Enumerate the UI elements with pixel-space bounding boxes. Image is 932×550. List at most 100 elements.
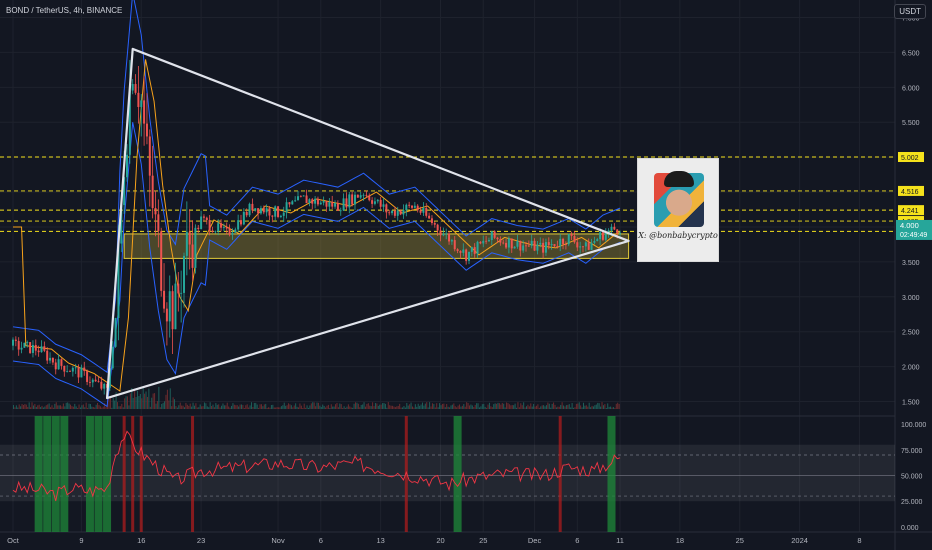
volume-bar-259 <box>382 403 384 409</box>
volume-bar-349 <box>510 405 512 409</box>
volume-bar-329 <box>481 404 483 409</box>
candle-body-162 <box>473 247 476 254</box>
volume-bar-16 <box>35 406 37 409</box>
volume-bar-61 <box>99 406 101 409</box>
candle-body-44 <box>137 92 140 108</box>
volume-bar-120 <box>184 407 185 409</box>
volume-bar-247 <box>364 406 366 409</box>
volume-bar-122 <box>186 404 188 409</box>
volume-bar-336 <box>491 407 493 409</box>
volume-bar-371 <box>541 405 543 409</box>
volume-bar-339 <box>496 403 498 409</box>
candle-body-84 <box>251 203 254 211</box>
volume-bar-170 <box>255 402 257 409</box>
volume-bar-372 <box>543 405 545 409</box>
volume-bar-63 <box>102 406 104 409</box>
candle-body-1 <box>14 339 17 341</box>
candle-body-19 <box>66 371 69 372</box>
volume-bar-301 <box>441 403 443 409</box>
volume-bar-189 <box>282 405 284 409</box>
volume-bar-296 <box>434 407 436 409</box>
volume-bar-286 <box>420 404 422 409</box>
currency-selector[interactable]: USDT <box>894 4 926 19</box>
volume-bar-140 <box>212 404 214 409</box>
candle-body-200 <box>582 246 584 248</box>
volume-bar-344 <box>503 403 505 409</box>
volume-bar-236 <box>349 406 351 409</box>
volume-bar-59 <box>97 402 99 409</box>
candle-body-152 <box>445 233 448 235</box>
volume-bar-157 <box>236 405 238 409</box>
candle-body-174 <box>507 238 510 248</box>
volume-bar-283 <box>416 406 418 409</box>
volume-bar-80 <box>127 396 128 409</box>
candle-body-87 <box>259 208 262 214</box>
volume-bar-406 <box>591 405 593 409</box>
volume-bar-35 <box>62 403 64 409</box>
volume-bar-176 <box>263 404 265 409</box>
volume-bar-73 <box>117 402 119 409</box>
volume-bar-186 <box>278 407 280 409</box>
volume-bar-92 <box>144 393 146 409</box>
candle-body-179 <box>522 245 525 251</box>
time-tick-15: 8 <box>857 536 861 545</box>
candle-body-207 <box>601 232 604 240</box>
volume-bar-257 <box>379 404 381 409</box>
volume-bar-39 <box>68 403 70 409</box>
candle-body-49 <box>151 175 154 209</box>
candle-body-206 <box>599 232 602 240</box>
candle-body-5 <box>26 342 29 343</box>
volume-bar-393 <box>573 407 575 409</box>
candle-body-112 <box>331 201 334 207</box>
volume-bar-149 <box>225 405 227 409</box>
volume-bar-155 <box>233 404 235 409</box>
volume-bar-254 <box>374 403 376 409</box>
candle-body-27 <box>88 381 91 383</box>
volume-bar-374 <box>545 405 547 409</box>
volume-bar-0 <box>13 405 14 409</box>
volume-bar-327 <box>478 407 480 409</box>
volume-bar-290 <box>426 402 428 409</box>
volume-bar-56 <box>92 406 94 409</box>
candle-body-50 <box>154 208 157 215</box>
time-tick-6: 13 <box>376 536 384 545</box>
volume-bar-11 <box>28 402 30 409</box>
volume-bar-68 <box>109 397 111 409</box>
volume-bar-354 <box>517 402 519 409</box>
volume-bar-263 <box>387 402 389 409</box>
volume-bar-118 <box>181 405 183 409</box>
volume-bar-131 <box>199 404 201 409</box>
volume-bar-229 <box>339 403 341 409</box>
candle-body-58 <box>177 283 180 294</box>
candle-body-17 <box>60 359 63 366</box>
volume-bar-299 <box>439 403 441 409</box>
candle-body-210 <box>610 226 613 231</box>
volume-bar-303 <box>444 407 446 409</box>
candle-body-164 <box>479 241 482 244</box>
candle-body-46 <box>143 100 146 124</box>
volume-bar-266 <box>392 405 394 409</box>
volume-bar-57 <box>94 407 96 409</box>
volume-bar-396 <box>577 403 579 409</box>
volume-bar-183 <box>273 407 275 409</box>
volume-bar-192 <box>286 405 288 409</box>
volume-bar-49 <box>82 404 84 409</box>
volume-bar-241 <box>356 402 358 409</box>
volume-bar-275 <box>404 407 406 409</box>
candle-body-36 <box>114 317 117 347</box>
volume-bar-138 <box>209 402 211 409</box>
volume-bar-413 <box>601 402 603 409</box>
candle-body-176 <box>513 246 516 249</box>
volume-bar-293 <box>430 406 432 409</box>
volume-bar-302 <box>443 403 445 409</box>
volume-bar-307 <box>450 405 452 409</box>
volume-bar-342 <box>500 404 502 409</box>
volume-bar-417 <box>607 403 609 409</box>
candle-body-18 <box>63 365 66 372</box>
price-chart[interactable]: 7.0006.5006.0005.5005.0004.5004.0003.500… <box>0 0 932 550</box>
volume-bar-411 <box>598 403 600 409</box>
volume-bar-81 <box>128 405 130 409</box>
candle-body-172 <box>502 242 505 244</box>
volume-bar-105 <box>162 402 164 409</box>
volume-bar-126 <box>192 402 194 409</box>
